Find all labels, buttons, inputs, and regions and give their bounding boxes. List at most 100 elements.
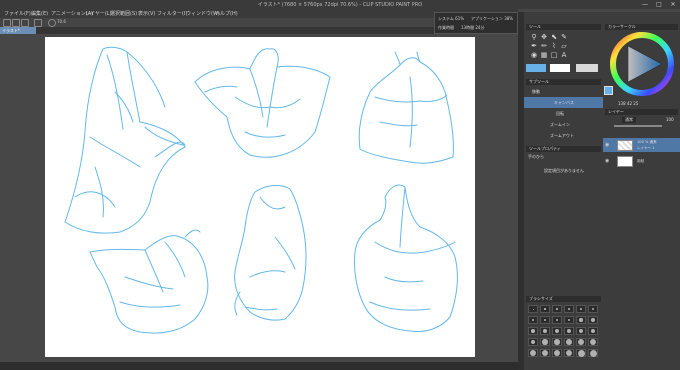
menu-layer[interactable]: レイヤー(L) [85, 10, 112, 17]
brush-size-preset[interactable] [552, 349, 562, 357]
save-icon[interactable] [21, 19, 29, 27]
zoom-value: 70.6 [57, 19, 66, 24]
layer-sub: レイヤー 1 [637, 146, 655, 150]
color-wheel[interactable] [610, 32, 674, 96]
subtool-item-rotate[interactable]: 回転 [524, 108, 603, 119]
brush-size-preset[interactable] [564, 338, 574, 346]
brush-size-preset[interactable] [528, 338, 538, 346]
brush-size-preset[interactable] [528, 349, 538, 357]
brush-size-preset[interactable] [576, 349, 586, 357]
figure-tool-icon[interactable]: □ [550, 51, 558, 59]
brush-size-preset[interactable] [552, 327, 562, 335]
brush-size-preset[interactable] [564, 349, 574, 357]
layer-row-1[interactable]: ◉ 100 % 通常 レイヤー 1 [603, 138, 680, 152]
resource-info-panel: システム 61% アプリケーション 38% 作業時間 13時間 24分 [434, 12, 518, 34]
eraser-tool-icon[interactable]: ▱ [560, 42, 568, 50]
brush-size-preset[interactable] [552, 316, 562, 324]
menu-file[interactable]: ファイル(F) [4, 10, 31, 17]
opacity-slider[interactable] [614, 125, 662, 127]
brush-size-preset[interactable] [540, 338, 550, 346]
menu-view[interactable]: 表示(V) [138, 10, 155, 17]
brush-size-dot [591, 307, 595, 311]
tool-panel-header: ツール [526, 24, 601, 30]
layer-row-paper[interactable]: ◉ 用紙 [603, 154, 680, 168]
minimize-button[interactable]: — [638, 0, 652, 9]
new-file-icon[interactable] [3, 19, 11, 27]
subtool-item-zoom-out[interactable]: ズームアウト [524, 130, 603, 141]
brush-size-dot [531, 329, 535, 333]
open-file-icon[interactable] [12, 19, 20, 27]
info-worktime-label: 作業時間 [438, 25, 454, 30]
maximize-button[interactable]: □ [652, 0, 666, 9]
blend-mode-select[interactable]: 通常 [622, 117, 636, 123]
subtool-item-move[interactable]: 移動 [524, 86, 603, 97]
brush-size-preset[interactable] [588, 327, 598, 335]
brush-size-preset[interactable] [528, 305, 538, 313]
brush-size-dot [589, 338, 597, 346]
eye-icon[interactable]: ◉ [605, 142, 609, 148]
brush-size-dot [556, 308, 558, 310]
text-tool-icon[interactable]: A [560, 51, 568, 59]
transparent-color-swatch[interactable] [576, 64, 598, 72]
brush-size-preset[interactable] [540, 349, 550, 357]
window-title: イラスト* (7680 × 5760px 72dpi 70.6%) - CLIP… [257, 2, 423, 8]
brush-size-preset[interactable] [564, 327, 574, 335]
subtool-label: キャンバス [554, 100, 574, 105]
layer-thumbnail [617, 140, 633, 151]
brush-size-preset[interactable] [576, 338, 586, 346]
subtool-label: 回転 [556, 111, 564, 116]
brush-size-preset[interactable] [528, 316, 538, 324]
menu-edit[interactable]: 編集(E) [31, 10, 48, 17]
layer-thumbnail [617, 156, 633, 167]
main-color-swatch[interactable] [526, 64, 546, 72]
brush-size-preset[interactable] [552, 305, 562, 313]
menu-filter[interactable]: フィルター(I) [157, 10, 187, 17]
layer-opacity[interactable]: 100 [666, 117, 674, 122]
sketch-drawing [64, 46, 458, 334]
pen-tool-icon[interactable]: ✒ [530, 42, 538, 50]
brush-size-preset[interactable] [528, 327, 538, 335]
eyedropper-icon[interactable]: ✎ [560, 33, 568, 41]
subtool-item-canvas[interactable]: キャンバス [524, 97, 603, 108]
brush-size-preset[interactable] [564, 305, 574, 313]
pencil-tool-icon[interactable]: ✏ [540, 42, 548, 50]
brush-size-preset[interactable] [564, 316, 574, 324]
brush-size-preset[interactable] [588, 305, 598, 313]
gradient-tool-icon[interactable]: ▦ [540, 51, 548, 59]
brush-size-preset[interactable] [540, 305, 550, 313]
brush-size-dot [568, 308, 570, 310]
sub-color-swatch[interactable] [550, 64, 570, 72]
close-button[interactable]: ✕ [666, 0, 680, 9]
brush-size-preset[interactable] [552, 338, 562, 346]
brush-size-preset[interactable] [540, 316, 550, 324]
menu-selection[interactable]: 選択範囲(S) [110, 10, 137, 17]
undo-icon[interactable] [34, 19, 42, 27]
brush-size-preset[interactable] [588, 316, 598, 324]
subtool-label: 移動 [532, 89, 540, 94]
move-tool-icon[interactable]: ✥ [540, 33, 548, 41]
brush-size-dot [566, 339, 572, 345]
color-wheel-header: カラーサークル [605, 24, 678, 30]
brush-size-dot [590, 328, 596, 334]
operation-tool-icon[interactable]: ⬉ [550, 33, 558, 41]
brush-size-preset[interactable] [540, 327, 550, 335]
current-color-swatch[interactable] [604, 86, 613, 95]
zoom-icon[interactable] [48, 19, 56, 27]
brush-size-dot [567, 318, 571, 322]
drawing-canvas[interactable] [45, 37, 475, 357]
subtool-item-zoom-in[interactable]: ズームイン [524, 119, 603, 130]
brush-size-preset[interactable] [576, 316, 586, 324]
brush-size-preset[interactable] [576, 305, 586, 313]
brush-size-preset[interactable] [576, 327, 586, 335]
document-tab[interactable]: イラスト* [0, 27, 36, 34]
brush-size-dot [531, 318, 535, 322]
brush-size-preset[interactable] [588, 349, 598, 357]
fill-tool-icon[interactable]: ◉ [530, 51, 538, 59]
brush-size-preset[interactable] [588, 338, 598, 346]
brush-tool-icon[interactable]: ⌇ [550, 42, 558, 50]
zoom-tool-icon[interactable]: ⚲ [530, 33, 538, 41]
brush-size-dot [565, 349, 573, 357]
brush-size-dot [543, 329, 547, 333]
menu-help[interactable]: ヘルプ(H) [215, 10, 238, 17]
eye-icon[interactable]: ◉ [605, 158, 609, 164]
